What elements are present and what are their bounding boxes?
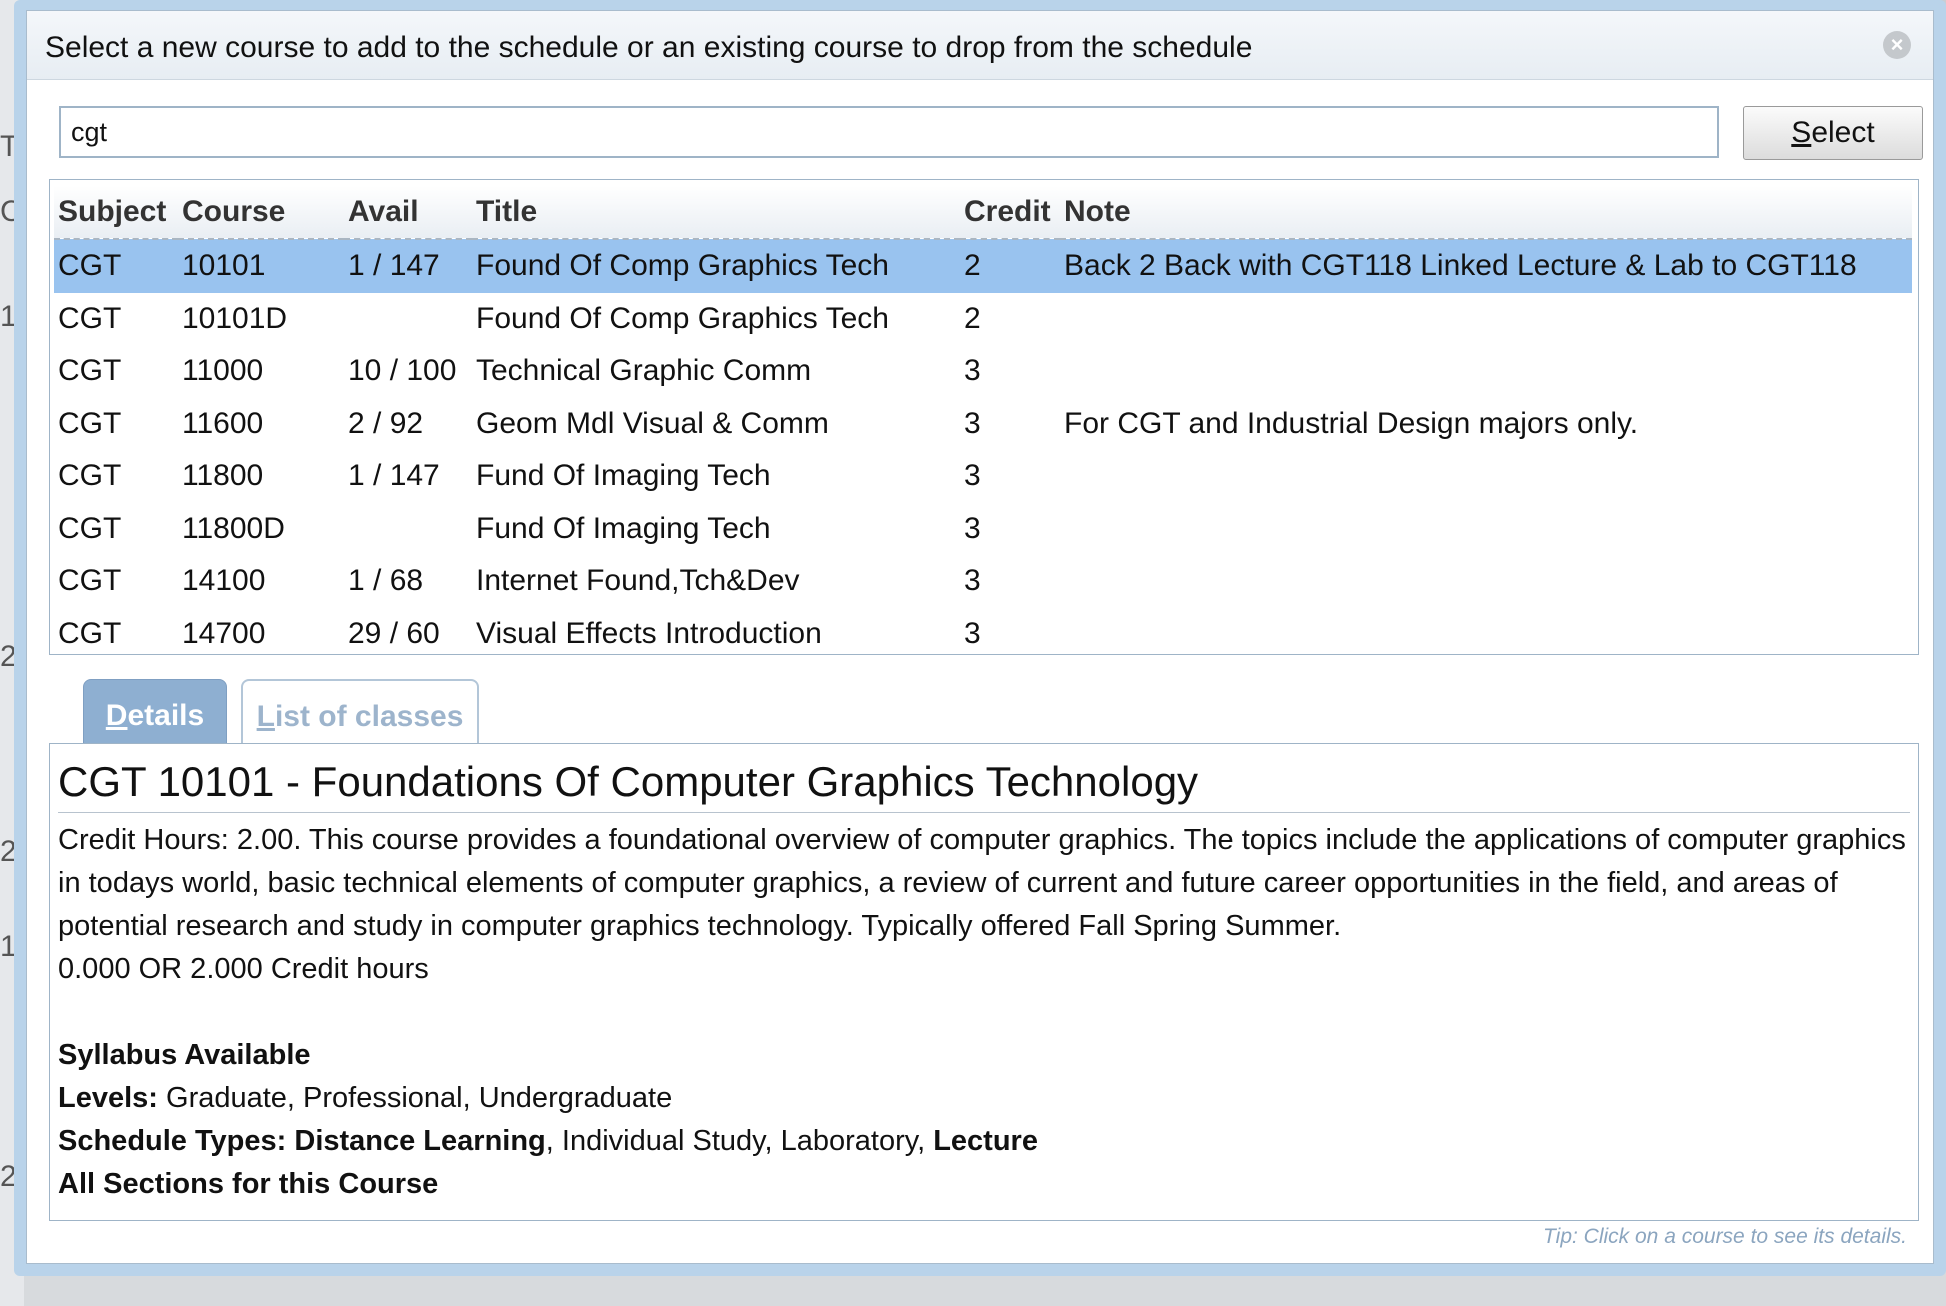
table-row[interactable]: CGT 14100 1 / 68 Internet Found,Tch&Dev … [54, 555, 1912, 608]
cell-note [1060, 555, 1912, 608]
cell-subject: CGT [58, 511, 122, 545]
header-credit[interactable]: Credit [960, 186, 1060, 240]
cell-credit: 3 [964, 406, 981, 440]
levels-line: Levels: Graduate, Professional, Undergra… [58, 1077, 1910, 1120]
cell-credit: 3 [964, 354, 981, 388]
cell-course: 11000 [182, 354, 264, 388]
cell-avail [344, 293, 472, 346]
cell-avail: 1 / 147 [344, 239, 472, 293]
header-note[interactable]: Note [1060, 186, 1912, 240]
course-table-container[interactable]: Subject Course Avail Title Credit Note C… [49, 179, 1919, 655]
cell-title: Found Of Comp Graphics Tech [476, 301, 889, 335]
tab-classes-accel: L [256, 700, 275, 733]
schedule-type-lecture: Lecture [933, 1125, 1038, 1157]
credit-hours-line: 0.000 OR 2.000 Credit hours [58, 953, 429, 985]
course-finder-dialog: Select a new course to add to the schedu… [14, 0, 1946, 1276]
cell-course: 10101D [182, 301, 288, 335]
course-table: Subject Course Avail Title Credit Note C… [54, 186, 1912, 655]
cell-avail: 10 / 100 [348, 354, 457, 388]
cell-course: 14100 [182, 564, 266, 598]
header-avail[interactable]: Avail [344, 186, 472, 240]
cell-note: For CGT and Industrial Design majors onl… [1064, 406, 1639, 440]
dialog-body: Select a new course to add to the schedu… [26, 10, 1934, 1264]
cell-course: 11600 [182, 406, 264, 440]
schedule-type-distance: Distance Learning [286, 1125, 546, 1157]
table-row[interactable]: CGT 11800 1 / 147 Fund Of Imaging Tech 3 [54, 450, 1912, 503]
tab-details-label: etails [127, 699, 205, 732]
cell-title: Visual Effects Introduction [476, 616, 822, 650]
cell-subject: CGT [58, 564, 122, 598]
cell-credit: 3 [964, 616, 981, 650]
tab-details-accel: D [105, 699, 128, 732]
cell-note [1060, 450, 1912, 503]
header-subject[interactable]: Subject [54, 186, 178, 240]
close-icon[interactable]: × [1883, 31, 1911, 59]
cell-title: Technical Graphic Comm [476, 354, 812, 388]
cell-avail: 1 / 68 [348, 564, 424, 598]
cell-subject: CGT [58, 616, 122, 650]
header-title[interactable]: Title [472, 186, 960, 240]
cell-avail [344, 503, 472, 556]
schedule-types-label: Schedule Types: [58, 1125, 287, 1157]
cell-note: Back 2 Back with CGT118 Linked Lecture &… [1060, 239, 1912, 293]
cell-avail: 1 / 147 [348, 459, 440, 493]
cell-avail: 2 / 92 [348, 406, 424, 440]
cell-subject: CGT [58, 354, 122, 388]
cell-note [1060, 608, 1912, 655]
cell-course: 11800 [182, 459, 264, 493]
cell-title: Found Of Comp Graphics Tech [472, 239, 960, 293]
tip-text: Tip: Click on a course to see its detail… [1543, 1225, 1907, 1248]
cell-credit: 3 [964, 511, 981, 545]
cell-subject: CGT [58, 406, 122, 440]
cell-subject: CGT [54, 239, 178, 293]
table-row[interactable]: CGT 11600 2 / 92 Geom Mdl Visual & Comm … [54, 398, 1912, 451]
cell-title: Fund Of Imaging Tech [476, 459, 771, 493]
levels-value: Graduate, Professional, Undergraduate [157, 1082, 673, 1114]
cell-credit: 2 [960, 239, 1060, 293]
syllabus-link[interactable]: Syllabus Available [58, 1034, 1910, 1077]
select-button[interactable]: Select [1743, 106, 1923, 160]
cell-avail: 29 / 60 [348, 616, 440, 650]
course-search-input[interactable] [59, 106, 1719, 158]
cell-note [1060, 345, 1912, 398]
cell-subject: CGT [58, 301, 122, 335]
course-table-header: Subject Course Avail Title Credit Note [54, 186, 1912, 240]
table-row[interactable]: CGT 14700 29 / 60 Visual Effects Introdu… [54, 608, 1912, 655]
course-details-heading: CGT 10101 - Foundations Of Computer Grap… [58, 754, 1910, 813]
tab-list-of-classes[interactable]: List of classes [241, 679, 479, 751]
course-details-panel: CGT 10101 - Foundations Of Computer Grap… [49, 743, 1919, 1221]
cell-course: 14700 [182, 616, 266, 650]
cell-subject: CGT [58, 459, 122, 493]
table-row[interactable]: CGT 11800D Fund Of Imaging Tech 3 [54, 503, 1912, 556]
levels-label: Levels: [58, 1082, 158, 1114]
cell-course: 11800D [182, 511, 285, 545]
select-accel: S [1791, 116, 1812, 149]
select-label: elect [1811, 116, 1875, 149]
dialog-title: Select a new course to add to the schedu… [45, 31, 1253, 64]
table-row[interactable]: CGT 10101 1 / 147 Found Of Comp Graphics… [54, 239, 1912, 293]
all-sections-link[interactable]: All Sections for this Course [58, 1163, 1910, 1206]
cell-credit: 3 [964, 459, 981, 493]
cell-note [1060, 293, 1912, 346]
cell-credit: 2 [964, 301, 981, 335]
cell-credit: 3 [964, 564, 981, 598]
dialog-titlebar[interactable]: Select a new course to add to the schedu… [27, 11, 1933, 80]
schedule-types-line: Schedule Types: Distance Learning, Indiv… [58, 1120, 1910, 1163]
cell-title: Internet Found,Tch&Dev [476, 564, 800, 598]
header-course[interactable]: Course [178, 186, 344, 240]
schedule-type-others: , Individual Study, Laboratory, [545, 1125, 934, 1157]
tab-details[interactable]: Details [83, 679, 227, 751]
course-description: Credit Hours: 2.00. This course provides… [58, 824, 1906, 942]
tab-classes-label: ist of classes [274, 700, 464, 733]
table-row[interactable]: CGT 11000 10 / 100 Technical Graphic Com… [54, 345, 1912, 398]
table-row[interactable]: CGT 10101D Found Of Comp Graphics Tech 2 [54, 293, 1912, 346]
cell-note [1060, 503, 1912, 556]
cell-title: Fund Of Imaging Tech [476, 511, 771, 545]
cell-course: 10101 [178, 239, 344, 293]
cell-title: Geom Mdl Visual & Comm [476, 406, 829, 440]
